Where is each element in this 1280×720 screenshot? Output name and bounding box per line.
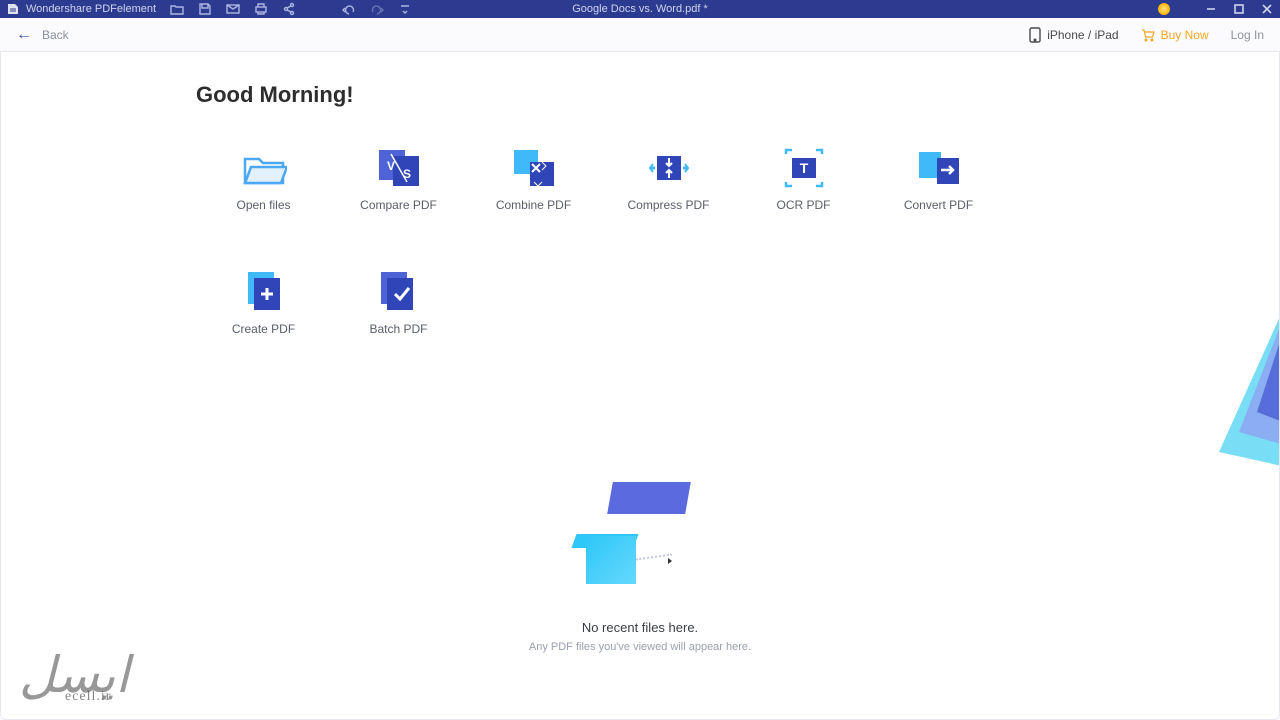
tile-label: Compare PDF <box>360 198 437 212</box>
tile-compress-pdf[interactable]: Compress PDF <box>601 148 736 212</box>
tile-label: OCR PDF <box>777 198 831 212</box>
buy-now-label: Buy Now <box>1161 28 1209 42</box>
watermark: ایسل ecell.ir <box>19 658 129 705</box>
main-panel: Good Morning! Open files VS Compare PDF … <box>0 52 1280 720</box>
minimize-button[interactable] <box>1204 2 1218 16</box>
recent-empty-state: No recent files here. Any PDF files you'… <box>1 482 1279 653</box>
create-pdf-icon <box>241 272 287 312</box>
empty-title: No recent files here. <box>582 620 698 635</box>
ocr-pdf-icon: T <box>781 148 827 188</box>
tile-label: Open files <box>236 198 290 212</box>
app-logo-icon <box>6 2 20 16</box>
login-link[interactable]: Log In <box>1231 28 1264 42</box>
print-icon[interactable] <box>254 2 268 16</box>
watermark-top: ایسل <box>19 658 129 693</box>
back-button[interactable]: Back <box>42 28 69 42</box>
empty-illustration-icon <box>580 482 700 592</box>
open-folder-icon[interactable] <box>170 2 184 16</box>
open-files-icon <box>241 148 287 188</box>
batch-pdf-icon <box>376 272 422 312</box>
action-grid: Open files VS Compare PDF Combine PDF Co… <box>196 148 1279 336</box>
maximize-button[interactable] <box>1232 2 1246 16</box>
tile-label: Combine PDF <box>496 198 571 212</box>
tile-label: Compress PDF <box>627 198 709 212</box>
tile-combine-pdf[interactable]: Combine PDF <box>466 148 601 212</box>
toolbar: ← Back iPhone / iPad Buy Now Log In <box>0 18 1280 52</box>
empty-subtitle: Any PDF files you've viewed will appear … <box>529 641 751 653</box>
buy-now-link[interactable]: Buy Now <box>1141 28 1209 42</box>
cart-icon <box>1141 28 1155 42</box>
tile-ocr-pdf[interactable]: T OCR PDF <box>736 148 871 212</box>
compare-pdf-icon: VS <box>376 148 422 188</box>
tile-compare-pdf[interactable]: VS Compare PDF <box>331 148 466 212</box>
watermark-bottom: ecell.ir <box>65 689 129 705</box>
tile-create-pdf[interactable]: Create PDF <box>196 272 331 336</box>
svg-text:V: V <box>387 159 395 173</box>
mobile-icon <box>1029 27 1041 43</box>
tile-label: Convert PDF <box>904 198 973 212</box>
close-button[interactable] <box>1260 2 1274 16</box>
save-icon[interactable] <box>198 2 212 16</box>
titlebar: Wondershare PDFelement Google Docs vs. W… <box>0 0 1280 18</box>
compress-pdf-icon <box>646 148 692 188</box>
iphone-label: iPhone / iPad <box>1047 28 1118 42</box>
app-name: Wondershare PDFelement <box>26 3 156 15</box>
theme-icon[interactable] <box>1158 3 1170 15</box>
iphone-ipad-link[interactable]: iPhone / iPad <box>1029 27 1118 43</box>
tile-batch-pdf[interactable]: Batch PDF <box>331 272 466 336</box>
share-icon[interactable] <box>282 2 296 16</box>
undo-icon[interactable] <box>342 2 356 16</box>
tile-label: Batch PDF <box>369 322 427 336</box>
document-title: Google Docs vs. Word.pdf * <box>572 3 708 15</box>
svg-text:S: S <box>403 167 411 181</box>
tile-open-files[interactable]: Open files <box>196 148 331 212</box>
convert-pdf-icon <box>916 148 962 188</box>
back-arrow-icon[interactable]: ← <box>16 26 32 44</box>
greeting-heading: Good Morning! <box>196 82 1279 108</box>
tile-convert-pdf[interactable]: Convert PDF <box>871 148 1006 212</box>
mail-icon[interactable] <box>226 2 240 16</box>
redo-icon[interactable] <box>370 2 384 16</box>
combine-pdf-icon <box>511 148 557 188</box>
tile-label: Create PDF <box>232 322 295 336</box>
svg-text:T: T <box>799 160 808 176</box>
customize-dropdown-icon[interactable] <box>398 2 412 16</box>
